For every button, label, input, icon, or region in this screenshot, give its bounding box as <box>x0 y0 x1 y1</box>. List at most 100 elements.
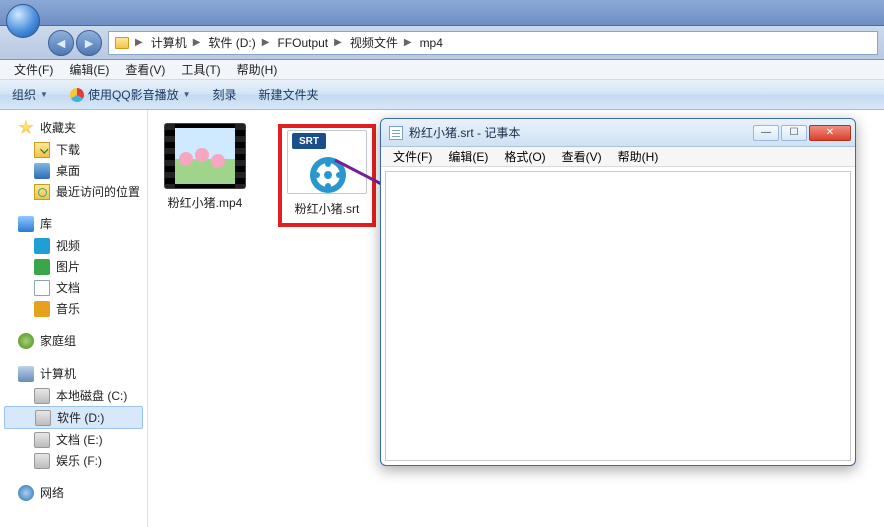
sidebar-item-label: 文档 (E:) <box>56 431 103 448</box>
sidebar-homegroup-group: 家庭组 <box>0 329 147 352</box>
notepad-window[interactable]: 粉红小猪.srt - 记事本 — ☐ ✕ 文件(F) 编辑(E) 格式(O) 查… <box>380 118 856 466</box>
breadcrumb-item[interactable]: mp4 <box>414 32 447 54</box>
homegroup-icon <box>18 333 34 349</box>
drive-icon <box>34 432 50 448</box>
sidebar-item-desktop[interactable]: 桌面 <box>0 160 147 181</box>
breadcrumb[interactable]: ▶ 计算机 ▶ 软件 (D:) ▶ FFOutput ▶ 视频文件 ▶ mp4 <box>108 31 878 55</box>
breadcrumb-item[interactable]: 计算机 <box>145 32 191 54</box>
sidebar-drive-d[interactable]: 软件 (D:) <box>4 406 143 429</box>
sidebar-network-group: 网络 <box>0 481 147 504</box>
notepad-menu-edit[interactable]: 编辑(E) <box>440 146 496 167</box>
menu-view[interactable]: 查看(V) <box>117 59 173 80</box>
sidebar-drive-f[interactable]: 娱乐 (F:) <box>0 450 147 471</box>
chevron-right-icon: ▶ <box>133 37 145 48</box>
sidebar-item-videos[interactable]: 视频 <box>0 235 147 256</box>
toolbar-new-folder[interactable]: 新建文件夹 <box>253 83 325 106</box>
toolbar-organize[interactable]: 组织 ▼ <box>6 83 54 106</box>
chevron-down-icon: ▼ <box>183 90 191 99</box>
notepad-menu-format[interactable]: 格式(O) <box>496 146 553 167</box>
drive-icon <box>34 453 50 469</box>
sidebar-item-label: 库 <box>40 215 52 232</box>
explorer-menubar: 文件(F) 编辑(E) 查看(V) 工具(T) 帮助(H) <box>0 60 884 80</box>
chevron-right-icon: ▶ <box>402 37 414 48</box>
sidebar-favorites-group: 收藏夹 下载 桌面 最近访问的位置 <box>0 116 147 202</box>
nav-back-button[interactable]: ◄ <box>48 30 74 56</box>
sidebar-item-label: 视频 <box>56 237 80 254</box>
notepad-icon <box>389 126 403 140</box>
sidebar-computer[interactable]: 计算机 <box>0 362 147 385</box>
file-name-label: 粉红小猪.srt <box>284 200 370 217</box>
qqplayer-icon <box>70 88 84 102</box>
highlight-box: SRT 粉红小猪.srt <box>278 124 376 227</box>
star-icon <box>18 120 34 136</box>
sidebar-item-documents[interactable]: 文档 <box>0 277 147 298</box>
notepad-text-area[interactable] <box>385 171 851 461</box>
srt-badge: SRT <box>292 133 326 149</box>
desktop-icon <box>34 163 50 179</box>
file-item-video[interactable]: 粉红小猪.mp4 <box>162 124 248 227</box>
music-icon <box>34 301 50 317</box>
notepad-title-text: 粉红小猪.srt - 记事本 <box>409 124 520 141</box>
notepad-menu-help[interactable]: 帮助(H) <box>610 146 667 167</box>
drive-icon <box>35 410 51 426</box>
toolbar-qqplay[interactable]: 使用QQ影音播放 ▼ <box>64 83 197 106</box>
sidebar-item-label: 软件 (D:) <box>57 409 104 426</box>
menu-file[interactable]: 文件(F) <box>6 59 61 80</box>
toolbar-organize-label: 组织 <box>12 86 36 103</box>
sidebar-item-label: 家庭组 <box>40 332 76 349</box>
sidebar-item-label: 下载 <box>56 141 80 158</box>
sidebar-item-label: 娱乐 (F:) <box>56 452 102 469</box>
notepad-menu-view[interactable]: 查看(V) <box>554 146 610 167</box>
sidebar-favorites[interactable]: 收藏夹 <box>0 116 147 139</box>
menu-help[interactable]: 帮助(H) <box>229 59 286 80</box>
folder-icon <box>115 37 129 49</box>
sidebar-item-recent[interactable]: 最近访问的位置 <box>0 181 147 202</box>
menu-tools[interactable]: 工具(T) <box>173 59 228 80</box>
sidebar-item-label: 收藏夹 <box>40 119 76 136</box>
nav-forward-button[interactable]: ► <box>76 30 102 56</box>
chevron-right-icon: ▶ <box>191 37 203 48</box>
sidebar-homegroup[interactable]: 家庭组 <box>0 329 147 352</box>
video-thumbnail-icon <box>165 124 245 188</box>
toolbar-burn[interactable]: 刻录 <box>207 83 243 106</box>
network-icon <box>18 485 34 501</box>
download-icon <box>34 142 50 158</box>
srt-file-icon: SRT <box>287 130 367 194</box>
sidebar-item-label: 图片 <box>56 258 80 275</box>
close-button[interactable]: ✕ <box>809 125 851 141</box>
file-item-srt[interactable]: SRT 粉红小猪.srt <box>284 130 370 217</box>
sidebar-item-music[interactable]: 音乐 <box>0 298 147 319</box>
minimize-button[interactable]: — <box>753 125 779 141</box>
chevron-right-icon: ▶ <box>332 37 344 48</box>
menu-edit[interactable]: 编辑(E) <box>61 59 117 80</box>
library-icon <box>18 216 34 232</box>
sidebar-libraries-group: 库 视频 图片 文档 音乐 <box>0 212 147 319</box>
recent-icon <box>34 184 50 200</box>
back-orb-icon[interactable] <box>6 4 40 38</box>
notepad-menubar: 文件(F) 编辑(E) 格式(O) 查看(V) 帮助(H) <box>381 147 855 167</box>
maximize-button[interactable]: ☐ <box>781 125 807 141</box>
breadcrumb-item[interactable]: 视频文件 <box>344 32 402 54</box>
document-icon <box>34 280 50 296</box>
picture-icon <box>34 259 50 275</box>
sidebar-drive-c[interactable]: 本地磁盘 (C:) <box>0 385 147 406</box>
breadcrumb-item[interactable]: FFOutput <box>271 32 332 54</box>
breadcrumb-item[interactable]: 软件 (D:) <box>202 32 259 54</box>
navigation-sidebar: 收藏夹 下载 桌面 最近访问的位置 库 视频 <box>0 110 148 527</box>
sidebar-item-label: 本地磁盘 (C:) <box>56 387 127 404</box>
video-icon <box>34 238 50 254</box>
sidebar-item-pictures[interactable]: 图片 <box>0 256 147 277</box>
drive-icon <box>34 388 50 404</box>
notepad-menu-file[interactable]: 文件(F) <box>385 146 440 167</box>
sidebar-item-label: 网络 <box>40 484 64 501</box>
sidebar-drive-e[interactable]: 文档 (E:) <box>0 429 147 450</box>
computer-icon <box>18 366 34 382</box>
sidebar-computer-group: 计算机 本地磁盘 (C:) 软件 (D:) 文档 (E:) 娱乐 (F:) <box>0 362 147 471</box>
sidebar-item-label: 音乐 <box>56 300 80 317</box>
sidebar-network[interactable]: 网络 <box>0 481 147 504</box>
sidebar-item-label: 桌面 <box>56 162 80 179</box>
sidebar-libraries[interactable]: 库 <box>0 212 147 235</box>
notepad-titlebar[interactable]: 粉红小猪.srt - 记事本 — ☐ ✕ <box>381 119 855 147</box>
sidebar-item-downloads[interactable]: 下载 <box>0 139 147 160</box>
chevron-down-icon: ▼ <box>40 90 48 99</box>
